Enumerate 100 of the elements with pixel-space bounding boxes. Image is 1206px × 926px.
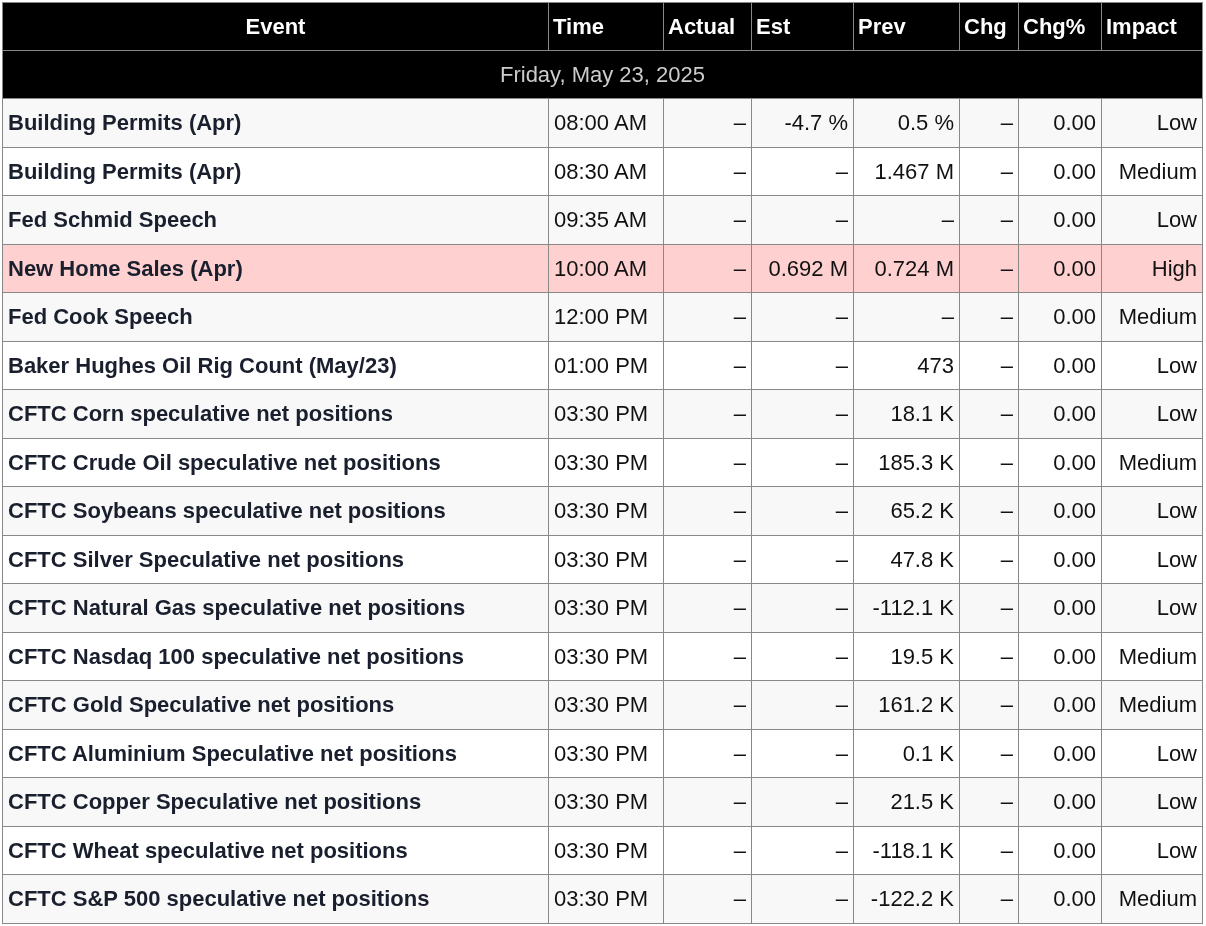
event-name: New Home Sales (Apr)	[2, 244, 549, 293]
table-cell: Low	[1101, 195, 1203, 244]
table-cell: –	[959, 632, 1019, 681]
table-cell: –	[663, 583, 752, 632]
table-cell: 65.2 K	[853, 486, 960, 535]
table-cell: -118.1 K	[853, 826, 960, 875]
table-cell: 161.2 K	[853, 680, 960, 729]
table-cell: –	[959, 777, 1019, 826]
time-cell: 03:30 PM	[548, 486, 664, 535]
table-cell: Medium	[1101, 438, 1203, 487]
table-cell: –	[751, 486, 854, 535]
table-cell: Low	[1101, 777, 1203, 826]
table-cell: –	[751, 874, 854, 923]
table-cell: Medium	[1101, 680, 1203, 729]
table-cell: –	[663, 98, 752, 147]
table-cell: –	[751, 195, 854, 244]
table-cell: 0.00	[1018, 486, 1102, 535]
table-cell: –	[751, 729, 854, 778]
column-header: Time	[548, 2, 664, 51]
table-cell: –	[959, 826, 1019, 875]
table-cell: –	[959, 147, 1019, 196]
table-cell: Low	[1101, 535, 1203, 584]
time-cell: 01:00 PM	[548, 341, 664, 390]
time-cell: 03:30 PM	[548, 438, 664, 487]
table-cell: 473	[853, 341, 960, 390]
table-cell: –	[663, 535, 752, 584]
table-cell: –	[751, 389, 854, 438]
event-name: CFTC S&P 500 speculative net positions	[2, 874, 549, 923]
table-cell: Low	[1101, 583, 1203, 632]
table-cell: 1.467 M	[853, 147, 960, 196]
time-cell: 03:30 PM	[548, 535, 664, 584]
table-cell: Low	[1101, 826, 1203, 875]
table-cell: –	[959, 98, 1019, 147]
column-header: Prev	[853, 2, 960, 51]
table-cell: 0.00	[1018, 147, 1102, 196]
table-cell: Low	[1101, 389, 1203, 438]
column-header: Est	[751, 2, 854, 51]
table-cell: –	[959, 389, 1019, 438]
table-cell: -4.7 %	[751, 98, 854, 147]
table-cell: –	[959, 583, 1019, 632]
table-cell: –	[663, 632, 752, 681]
table-cell: 0.00	[1018, 244, 1102, 293]
table-cell: -122.2 K	[853, 874, 960, 923]
table-cell: –	[959, 195, 1019, 244]
table-cell: 0.5 %	[853, 98, 960, 147]
table-cell: –	[663, 729, 752, 778]
table-cell: Low	[1101, 98, 1203, 147]
table-cell: –	[751, 777, 854, 826]
table-cell: 185.3 K	[853, 438, 960, 487]
table-cell: 47.8 K	[853, 535, 960, 584]
table-cell: –	[663, 341, 752, 390]
event-name: CFTC Wheat speculative net positions	[2, 826, 549, 875]
table-cell: –	[959, 292, 1019, 341]
table-cell: Low	[1101, 341, 1203, 390]
table-cell: –	[751, 341, 854, 390]
table-cell: –	[751, 292, 854, 341]
event-name: CFTC Copper Speculative net positions	[2, 777, 549, 826]
column-header: Chg	[959, 2, 1019, 51]
table-cell: Low	[1101, 486, 1203, 535]
table-cell: –	[663, 486, 752, 535]
table-cell: 0.00	[1018, 535, 1102, 584]
table-cell: –	[663, 777, 752, 826]
table-cell: –	[751, 535, 854, 584]
table-cell: 19.5 K	[853, 632, 960, 681]
column-header: Actual	[663, 2, 752, 51]
table-cell: –	[959, 438, 1019, 487]
table-cell: Medium	[1101, 292, 1203, 341]
time-cell: 03:30 PM	[548, 680, 664, 729]
table-cell: –	[959, 729, 1019, 778]
table-cell: 0.00	[1018, 438, 1102, 487]
event-name: Building Permits (Apr)	[2, 98, 549, 147]
table-cell: 0.00	[1018, 583, 1102, 632]
table-cell: –	[853, 292, 960, 341]
time-cell: 03:30 PM	[548, 777, 664, 826]
table-cell: –	[663, 438, 752, 487]
table-cell: –	[959, 244, 1019, 293]
table-cell: Low	[1101, 729, 1203, 778]
table-cell: 0.00	[1018, 292, 1102, 341]
time-cell: 12:00 PM	[548, 292, 664, 341]
event-name: CFTC Aluminium Speculative net positions	[2, 729, 549, 778]
table-cell: 0.692 M	[751, 244, 854, 293]
column-header: Event	[2, 2, 549, 51]
time-cell: 03:30 PM	[548, 632, 664, 681]
column-header: Impact	[1101, 2, 1203, 51]
event-name: Building Permits (Apr)	[2, 147, 549, 196]
table-cell: Medium	[1101, 874, 1203, 923]
table-cell: –	[959, 535, 1019, 584]
time-cell: 08:30 AM	[548, 147, 664, 196]
table-cell: –	[751, 680, 854, 729]
time-cell: 09:35 AM	[548, 195, 664, 244]
table-cell: –	[663, 195, 752, 244]
table-cell: Medium	[1101, 632, 1203, 681]
table-cell: –	[751, 147, 854, 196]
table-cell: 0.00	[1018, 777, 1102, 826]
table-cell: 0.00	[1018, 680, 1102, 729]
table-cell: 0.00	[1018, 874, 1102, 923]
time-cell: 10:00 AM	[548, 244, 664, 293]
event-name: Fed Cook Speech	[2, 292, 549, 341]
table-cell: 0.724 M	[853, 244, 960, 293]
event-name: CFTC Nasdaq 100 speculative net positions	[2, 632, 549, 681]
